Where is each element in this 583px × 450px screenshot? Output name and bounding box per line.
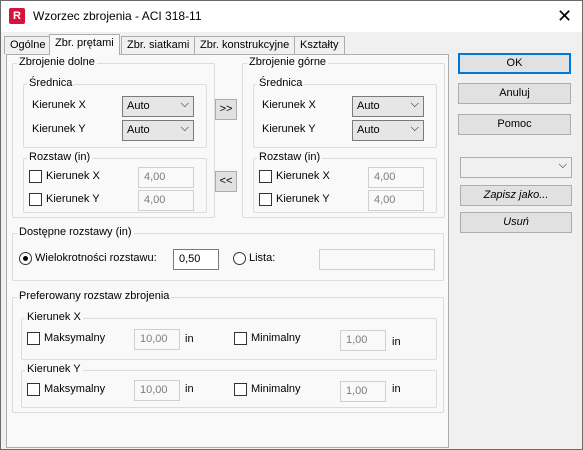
top-spacing-y-label: Kierunek Y — [276, 193, 330, 205]
tab-bars[interactable]: Zbr. prętami — [49, 34, 120, 55]
bottom-spacing-y-input[interactable]: 4,00 — [138, 190, 194, 211]
tab-general[interactable]: Ogólne — [4, 36, 52, 54]
help-button[interactable]: Pomoc — [458, 114, 571, 135]
preferred-x-max-label: Maksymalny — [44, 332, 106, 344]
available-spacings-legend: Dostępne rozstawy (in) — [17, 226, 134, 238]
top-reinforcement-legend: Zbrojenie górne — [247, 56, 329, 68]
top-spacing-x-checkbox[interactable] — [259, 170, 272, 183]
preferred-y-legend: Kierunek Y — [25, 363, 83, 375]
preferred-x-max-checkbox[interactable] — [27, 332, 40, 345]
dialog-window: R Wzorzec zbrojenia - ACI 318-11 ✕ Ogóln… — [0, 0, 583, 450]
tab-shapes[interactable]: Kształty — [294, 36, 345, 54]
preferred-y-max-input[interactable]: 10,00 — [134, 380, 180, 401]
delete-button[interactable]: Usuń — [460, 212, 572, 233]
bottom-reinforcement-group: Zbrojenie dolne Średnica Kierunek X Auto… — [12, 56, 215, 218]
list-label: Lista: — [249, 252, 276, 264]
preferred-y-max-label: Maksymalny — [44, 383, 106, 395]
top-reinforcement-group: Zbrojenie górne Średnica Kierunek X Auto… — [242, 56, 445, 218]
multiple-label: Wielokrotności rozstawu: — [35, 252, 157, 264]
preferred-x-min-unit: in — [392, 336, 401, 348]
preferred-y-min-unit: in — [392, 383, 401, 395]
tab-structural[interactable]: Zbr. konstrukcyjne — [194, 36, 296, 54]
copy-to-bottom-button[interactable]: << — [215, 171, 237, 192]
save-as-button[interactable]: Zapisz jako... — [460, 185, 572, 206]
bottom-spacing-x-label: Kierunek X — [46, 170, 100, 182]
title-bar: R Wzorzec zbrojenia - ACI 318-11 ✕ — [1, 1, 582, 32]
bottom-diameter-x-label: Kierunek X — [32, 99, 86, 111]
preferred-x-max-unit: in — [185, 333, 194, 345]
preferred-y-min-label: Minimalny — [251, 383, 301, 395]
ok-button[interactable]: OK — [458, 53, 571, 74]
app-icon: R — [9, 8, 25, 24]
top-spacing-group: Rozstaw (in) Kierunek X 4,00 Kierunek Y … — [253, 151, 437, 213]
top-diameter-x-label: Kierunek X — [262, 99, 316, 111]
multiple-radio[interactable] — [19, 252, 32, 265]
preferred-y-max-unit: in — [185, 383, 194, 395]
top-diameter-y-select[interactable]: Auto ⌵ — [352, 120, 424, 141]
multiple-input[interactable]: 0,50 — [173, 249, 219, 270]
bottom-diameter-legend: Średnica — [27, 77, 75, 89]
chevron-down-icon: ⌵ — [180, 98, 189, 110]
chevron-down-icon: ⌵ — [180, 122, 189, 134]
preferred-spacing-group: Preferowany rozstaw zbrojenia Kierunek X… — [12, 290, 444, 413]
preferred-x-max-input[interactable]: 10,00 — [134, 329, 180, 350]
bottom-diameter-y-label: Kierunek Y — [32, 123, 86, 135]
top-spacing-x-input[interactable]: 4,00 — [368, 167, 424, 188]
bottom-spacing-y-label: Kierunek Y — [46, 193, 100, 205]
bottom-spacing-x-input[interactable]: 4,00 — [138, 167, 194, 188]
window-title: Wzorzec zbrojenia - ACI 318-11 — [33, 9, 202, 23]
top-diameter-group: Średnica Kierunek X Auto ⌵ Kierunek Y Aut… — [253, 77, 437, 148]
cancel-button[interactable]: Anuluj — [458, 83, 571, 104]
list-input[interactable] — [319, 249, 435, 270]
preferred-y-group: Kierunek Y Maksymalny 10,00 in Minimalny… — [21, 363, 437, 408]
preferred-y-min-checkbox[interactable] — [234, 383, 247, 396]
bottom-spacing-legend: Rozstaw (in) — [27, 151, 93, 163]
bottom-reinforcement-legend: Zbrojenie dolne — [17, 56, 97, 68]
list-radio[interactable] — [233, 252, 246, 265]
bottom-diameter-y-select[interactable]: Auto ⌵ — [122, 120, 194, 141]
copy-to-top-button[interactable]: >> — [215, 99, 237, 120]
top-diameter-legend: Średnica — [257, 77, 305, 89]
available-spacings-group: Dostępne rozstawy (in) Wielokrotności ro… — [12, 226, 444, 281]
preferred-x-group: Kierunek X Maksymalny 10,00 in Minimalny… — [21, 311, 437, 360]
close-icon[interactable]: ✕ — [547, 1, 582, 32]
top-diameter-y-label: Kierunek Y — [262, 123, 316, 135]
chevron-down-icon: ⌵ — [410, 122, 419, 134]
preferred-x-min-checkbox[interactable] — [234, 332, 247, 345]
chevron-down-icon: ⌵ — [558, 159, 567, 171]
tab-meshes[interactable]: Zbr. siatkami — [121, 36, 196, 54]
top-spacing-legend: Rozstaw (in) — [257, 151, 323, 163]
preferred-y-max-checkbox[interactable] — [27, 383, 40, 396]
top-diameter-x-select[interactable]: Auto ⌵ — [352, 96, 424, 117]
preferred-spacing-legend: Preferowany rozstaw zbrojenia — [17, 290, 172, 302]
top-spacing-x-label: Kierunek X — [276, 170, 330, 182]
bottom-spacing-x-checkbox[interactable] — [29, 170, 42, 183]
top-spacing-y-input[interactable]: 4,00 — [368, 190, 424, 211]
tab-panel: Zbrojenie dolne Średnica Kierunek X Auto… — [6, 54, 449, 448]
bottom-spacing-group: Rozstaw (in) Kierunek X 4,00 Kierunek Y … — [23, 151, 207, 213]
bottom-diameter-x-select[interactable]: Auto ⌵ — [122, 96, 194, 117]
top-spacing-y-checkbox[interactable] — [259, 193, 272, 206]
preferred-x-min-label: Minimalny — [251, 332, 301, 344]
preferred-y-min-input[interactable]: 1,00 — [340, 381, 386, 402]
bottom-diameter-group: Średnica Kierunek X Auto ⌵ Kierunek Y Aut… — [23, 77, 207, 148]
template-select[interactable]: ⌵ — [460, 157, 572, 178]
chevron-down-icon: ⌵ — [410, 98, 419, 110]
preferred-x-min-input[interactable]: 1,00 — [340, 330, 386, 351]
bottom-spacing-y-checkbox[interactable] — [29, 193, 42, 206]
preferred-x-legend: Kierunek X — [25, 311, 83, 323]
